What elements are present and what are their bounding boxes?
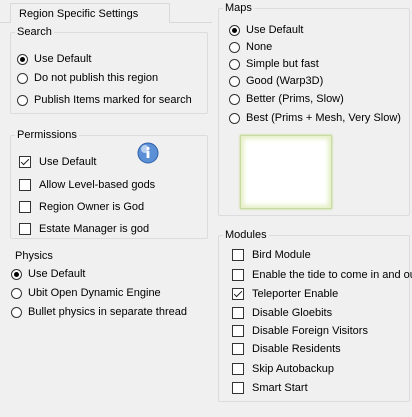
checkbox-foreign-visitors[interactable] (232, 325, 244, 337)
physics-option-bullet[interactable]: Bullet physics in separate thread (11, 304, 187, 320)
permissions-option-label: Region Owner is God (39, 201, 145, 213)
info-icon[interactable] (137, 142, 159, 164)
modules-option-label: Enable the tide to come in and out? (252, 269, 412, 281)
permissions-option-label: Allow Level-based gods (39, 179, 156, 191)
maps-option-best[interactable]: Best (Prims + Mesh, Very Slow) (229, 110, 401, 126)
radio-maps-better[interactable] (229, 93, 240, 105)
maps-option-label: Better (Prims, Slow) (246, 93, 344, 105)
permissions-option-label: Use Default (39, 156, 97, 168)
checkbox-smart-start[interactable] (232, 382, 244, 394)
radio-publish-items[interactable] (17, 94, 28, 106)
radio-maps-none[interactable] (229, 41, 240, 53)
maps-group-title: Maps (223, 1, 254, 15)
modules-option-label: Teleporter Enable (252, 288, 339, 300)
permissions-option-use-default[interactable]: Use Default (19, 154, 96, 170)
modules-option-residents[interactable]: Disable Residents (232, 341, 341, 357)
permissions-group-title: Permissions (15, 128, 79, 142)
modules-option-teleporter[interactable]: Teleporter Enable (232, 286, 338, 302)
map-preview-image (240, 135, 332, 209)
radio-use-default[interactable] (17, 53, 28, 65)
modules-option-gloebits[interactable]: Disable Gloebits (232, 305, 332, 321)
modules-option-bird[interactable]: Bird Module (232, 247, 311, 263)
modules-option-label: Disable Residents (252, 343, 341, 355)
radio-maps-best[interactable] (229, 112, 240, 124)
physics-option-use-default[interactable]: Use Default (11, 266, 85, 282)
maps-option-good[interactable]: Good (Warp3D) (229, 73, 323, 89)
radio-maps-good[interactable] (229, 75, 240, 87)
radio-ubit-ode[interactable] (11, 287, 22, 299)
modules-option-tide[interactable]: Enable the tide to come in and out? (232, 267, 412, 283)
maps-option-label: Use Default (246, 24, 304, 36)
checkbox-bird-module[interactable] (232, 249, 244, 261)
permissions-option-level-gods[interactable]: Allow Level-based gods (19, 177, 155, 193)
permissions-option-label: Estate Manager is god (39, 223, 150, 235)
modules-option-foreign-visitors[interactable]: Disable Foreign Visitors (232, 323, 368, 339)
modules-group-title: Modules (223, 228, 269, 242)
radio-maps-simple[interactable] (229, 58, 240, 70)
radio-physics-default[interactable] (11, 268, 22, 280)
maps-option-label: Best (Prims + Mesh, Very Slow) (246, 112, 401, 124)
checkbox-teleporter[interactable] (232, 288, 244, 300)
radio-do-not-publish[interactable] (17, 72, 28, 84)
modules-option-autobackup[interactable]: Skip Autobackup (232, 361, 334, 377)
radio-maps-default[interactable] (229, 24, 240, 36)
maps-option-label: Good (Warp3D) (246, 75, 324, 87)
search-option-use-default[interactable]: Use Default (17, 51, 91, 67)
search-option-label: Do not publish this region (34, 72, 159, 84)
checkbox-gloebits[interactable] (232, 307, 244, 319)
maps-option-label: Simple but fast (246, 58, 319, 70)
modules-option-label: Disable Foreign Visitors (252, 325, 368, 337)
modules-option-label: Skip Autobackup (252, 363, 334, 375)
maps-option-none[interactable]: None (229, 39, 272, 55)
modules-option-smart-start[interactable]: Smart Start (232, 380, 308, 396)
search-group-title: Search (15, 25, 54, 39)
maps-option-label: None (246, 41, 273, 53)
permissions-option-region-owner[interactable]: Region Owner is God (19, 199, 144, 215)
checkbox-estate-manager[interactable] (19, 223, 31, 235)
physics-option-ubit-ode[interactable]: Ubit Open Dynamic Engine (11, 285, 161, 301)
checkbox-use-default[interactable] (19, 156, 31, 168)
checkbox-level-gods[interactable] (19, 179, 31, 191)
search-option-do-not-publish[interactable]: Do not publish this region (17, 70, 158, 86)
checkbox-residents[interactable] (232, 343, 244, 355)
physics-title: Physics (15, 250, 53, 262)
physics-option-label: Ubit Open Dynamic Engine (28, 287, 161, 299)
checkbox-region-owner[interactable] (19, 201, 31, 213)
physics-option-label: Use Default (28, 268, 86, 280)
physics-option-label: Bullet physics in separate thread (28, 306, 187, 318)
checkbox-autobackup[interactable] (232, 363, 244, 375)
checkbox-tide[interactable] (232, 269, 244, 281)
modules-option-label: Disable Gloebits (252, 307, 333, 319)
radio-bullet[interactable] (11, 306, 22, 318)
search-option-label: Publish Items marked for search (34, 94, 192, 106)
maps-option-simple[interactable]: Simple but fast (229, 56, 319, 72)
maps-option-use-default[interactable]: Use Default (229, 22, 303, 38)
permissions-option-estate-manager[interactable]: Estate Manager is god (19, 221, 149, 237)
search-option-label: Use Default (34, 53, 92, 65)
maps-option-better[interactable]: Better (Prims, Slow) (229, 91, 344, 107)
modules-option-label: Smart Start (252, 382, 308, 394)
modules-option-label: Bird Module (252, 249, 311, 261)
tab-region-specific-settings[interactable]: Region Specific Settings (10, 3, 170, 23)
search-option-publish-items[interactable]: Publish Items marked for search (17, 92, 192, 108)
